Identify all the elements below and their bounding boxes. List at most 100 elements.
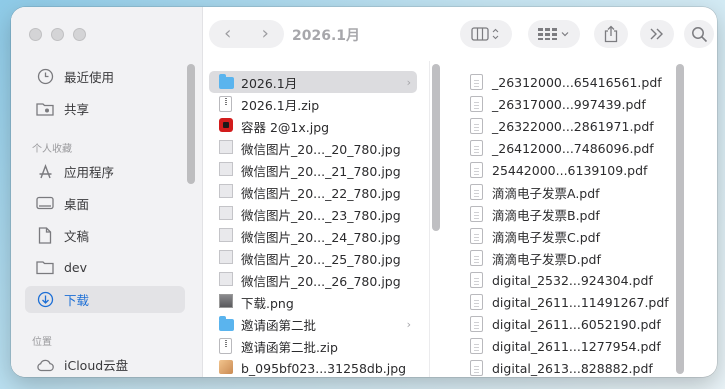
file-name: 微信图片_20..._21_780.jpg [241, 163, 401, 179]
toolbar: ‹ › 2026.1月 [203, 7, 717, 61]
view-mode-button[interactable] [460, 20, 512, 48]
png-file-icon [219, 293, 233, 311]
file-name: _26322000...2861971.pdf [492, 118, 654, 134]
image-file-icon [219, 227, 233, 245]
file-row[interactable]: 2026.1月.zip [209, 93, 417, 115]
sidebar-item-shared[interactable]: 共享 [25, 95, 185, 122]
file-name: 2026.1月 [241, 75, 298, 91]
file-name: digital_2611...6052190.pdf [492, 316, 661, 332]
file-row[interactable]: 微信图片_20..._20_780.jpg [209, 137, 417, 159]
image-file-icon [219, 271, 233, 289]
file-row[interactable]: _26317000...997439.pdf [460, 93, 672, 115]
file-row[interactable]: 滴滴电子发票C.pdf [460, 225, 672, 247]
window-title: 2026.1月 [292, 28, 361, 44]
sidebar-item-label: iCloud云盘 [64, 358, 129, 373]
chevron-right-icon: › [261, 23, 269, 44]
file-row[interactable]: 滴滴电子发票D.pdf [460, 247, 672, 269]
file-row[interactable]: _26412000...7486096.pdf [460, 137, 672, 159]
sidebar-item-label: 下载 [64, 293, 90, 308]
file-name: b_095bf023...31258db.jpg [241, 360, 407, 376]
file-name: digital_2613...828882.pdf [492, 360, 653, 376]
image-file-icon [219, 161, 233, 179]
file-row[interactable]: 容器 2@1x.jpg [209, 115, 417, 137]
search-button[interactable] [684, 20, 714, 48]
sidebar-item-recents[interactable]: 最近使用 [25, 63, 185, 90]
file-name: digital_2532...924304.pdf [492, 272, 653, 288]
share-button[interactable] [594, 20, 628, 48]
shared-folder-icon [35, 99, 55, 119]
file-name: 微信图片_20..._22_780.jpg [241, 185, 401, 201]
sidebar: 最近使用 共享 个人收藏 应用程序 桌面 文稿 dev 下载 位置 iCloud… [11, 7, 203, 377]
file-row[interactable]: digital_2613...828882.pdf [460, 357, 672, 377]
file-name: 微信图片_20..._20_780.jpg [241, 141, 401, 157]
column-view-icon [471, 27, 499, 41]
folder-row[interactable]: 邀请函第二批 › [209, 313, 417, 335]
clock-icon [35, 67, 55, 87]
file-row[interactable]: 微信图片_20..._22_780.jpg [209, 181, 417, 203]
file-row[interactable]: 邀请函第二批.zip [209, 335, 417, 357]
group-button[interactable] [528, 20, 580, 48]
file-row[interactable]: 微信图片_20..._25_780.jpg [209, 247, 417, 269]
pdf-file-icon [470, 161, 484, 179]
file-row[interactable]: b_095bf023...31258db.jpg [209, 357, 417, 377]
sidebar-item-label: 文稿 [64, 229, 90, 244]
sidebar-item-label: 桌面 [64, 197, 90, 212]
zoom-window-button[interactable] [73, 28, 86, 41]
sidebar-item-dev[interactable]: dev [25, 254, 185, 281]
pdf-file-icon [470, 227, 484, 245]
file-row[interactable]: 下载.png [209, 291, 417, 313]
download-icon [35, 290, 55, 310]
folder-row[interactable]: 2026.1月 › [209, 71, 417, 93]
chevron-left-icon: ‹ [224, 23, 232, 44]
file-name: 容器 2@1x.jpg [241, 119, 330, 135]
file-name: 微信图片_20..._23_780.jpg [241, 207, 401, 223]
file-row[interactable]: 25442000...6139109.pdf [460, 159, 672, 181]
share-icon [604, 25, 618, 43]
finder-window: 最近使用 共享 个人收藏 应用程序 桌面 文稿 dev 下载 位置 iCloud… [11, 7, 717, 377]
column2-scrollbar[interactable] [676, 64, 684, 374]
file-row[interactable]: 滴滴电子发票A.pdf [460, 181, 672, 203]
folder-icon [35, 258, 55, 278]
file-row[interactable]: _26322000...2861971.pdf [460, 115, 672, 137]
image-file-icon [219, 205, 233, 223]
file-row[interactable]: 微信图片_20..._23_780.jpg [209, 203, 417, 225]
file-name: digital_2611...1277954.pdf [492, 338, 661, 354]
pdf-file-icon [470, 293, 484, 311]
zip-file-icon [219, 95, 233, 113]
sidebar-scrollbar[interactable] [187, 64, 195, 184]
grid-icon [538, 28, 569, 40]
file-row[interactable]: digital_2611...11491267.pdf [460, 291, 672, 313]
file-row[interactable]: digital_2611...1277954.pdf [460, 335, 672, 357]
file-name: 滴滴电子发票B.pdf [492, 207, 600, 223]
image-file-icon [219, 249, 233, 267]
document-icon [35, 226, 55, 246]
sidebar-item-applications[interactable]: 应用程序 [25, 158, 185, 185]
pdf-file-icon [470, 205, 484, 223]
pdf-file-icon [470, 139, 484, 157]
sidebar-item-desktop[interactable]: 桌面 [25, 190, 185, 217]
file-row[interactable]: _26312000...65416561.pdf [460, 71, 672, 93]
sidebar-item-label: dev [64, 260, 88, 275]
column1-scrollbar[interactable] [432, 64, 440, 231]
close-window-button[interactable] [29, 28, 42, 41]
pdf-file-icon [470, 95, 484, 113]
sidebar-item-icloud[interactable]: iCloud云盘 [25, 351, 185, 377]
file-row[interactable]: digital_2611...6052190.pdf [460, 313, 672, 335]
file-name: 滴滴电子发票C.pdf [492, 229, 600, 245]
back-button[interactable]: ‹ [213, 20, 243, 48]
pdf-file-icon [470, 117, 484, 135]
navigation-pill: ‹ › [209, 20, 284, 48]
file-row[interactable]: 微信图片_20..._21_780.jpg [209, 159, 417, 181]
forward-button[interactable]: › [250, 20, 280, 48]
pdf-file-icon [470, 315, 484, 333]
sidebar-item-label: 最近使用 [64, 70, 115, 85]
file-row[interactable]: 滴滴电子发票B.pdf [460, 203, 672, 225]
file-row[interactable]: digital_2532...924304.pdf [460, 269, 672, 291]
cloud-icon [35, 355, 55, 375]
minimize-window-button[interactable] [51, 28, 64, 41]
more-toolbar-button[interactable] [640, 20, 674, 48]
sidebar-item-downloads[interactable]: 下载 [25, 286, 185, 313]
file-row[interactable]: 微信图片_20..._24_780.jpg [209, 225, 417, 247]
sidebar-item-documents[interactable]: 文稿 [25, 222, 185, 249]
file-row[interactable]: 微信图片_20..._26_780.jpg [209, 269, 417, 291]
